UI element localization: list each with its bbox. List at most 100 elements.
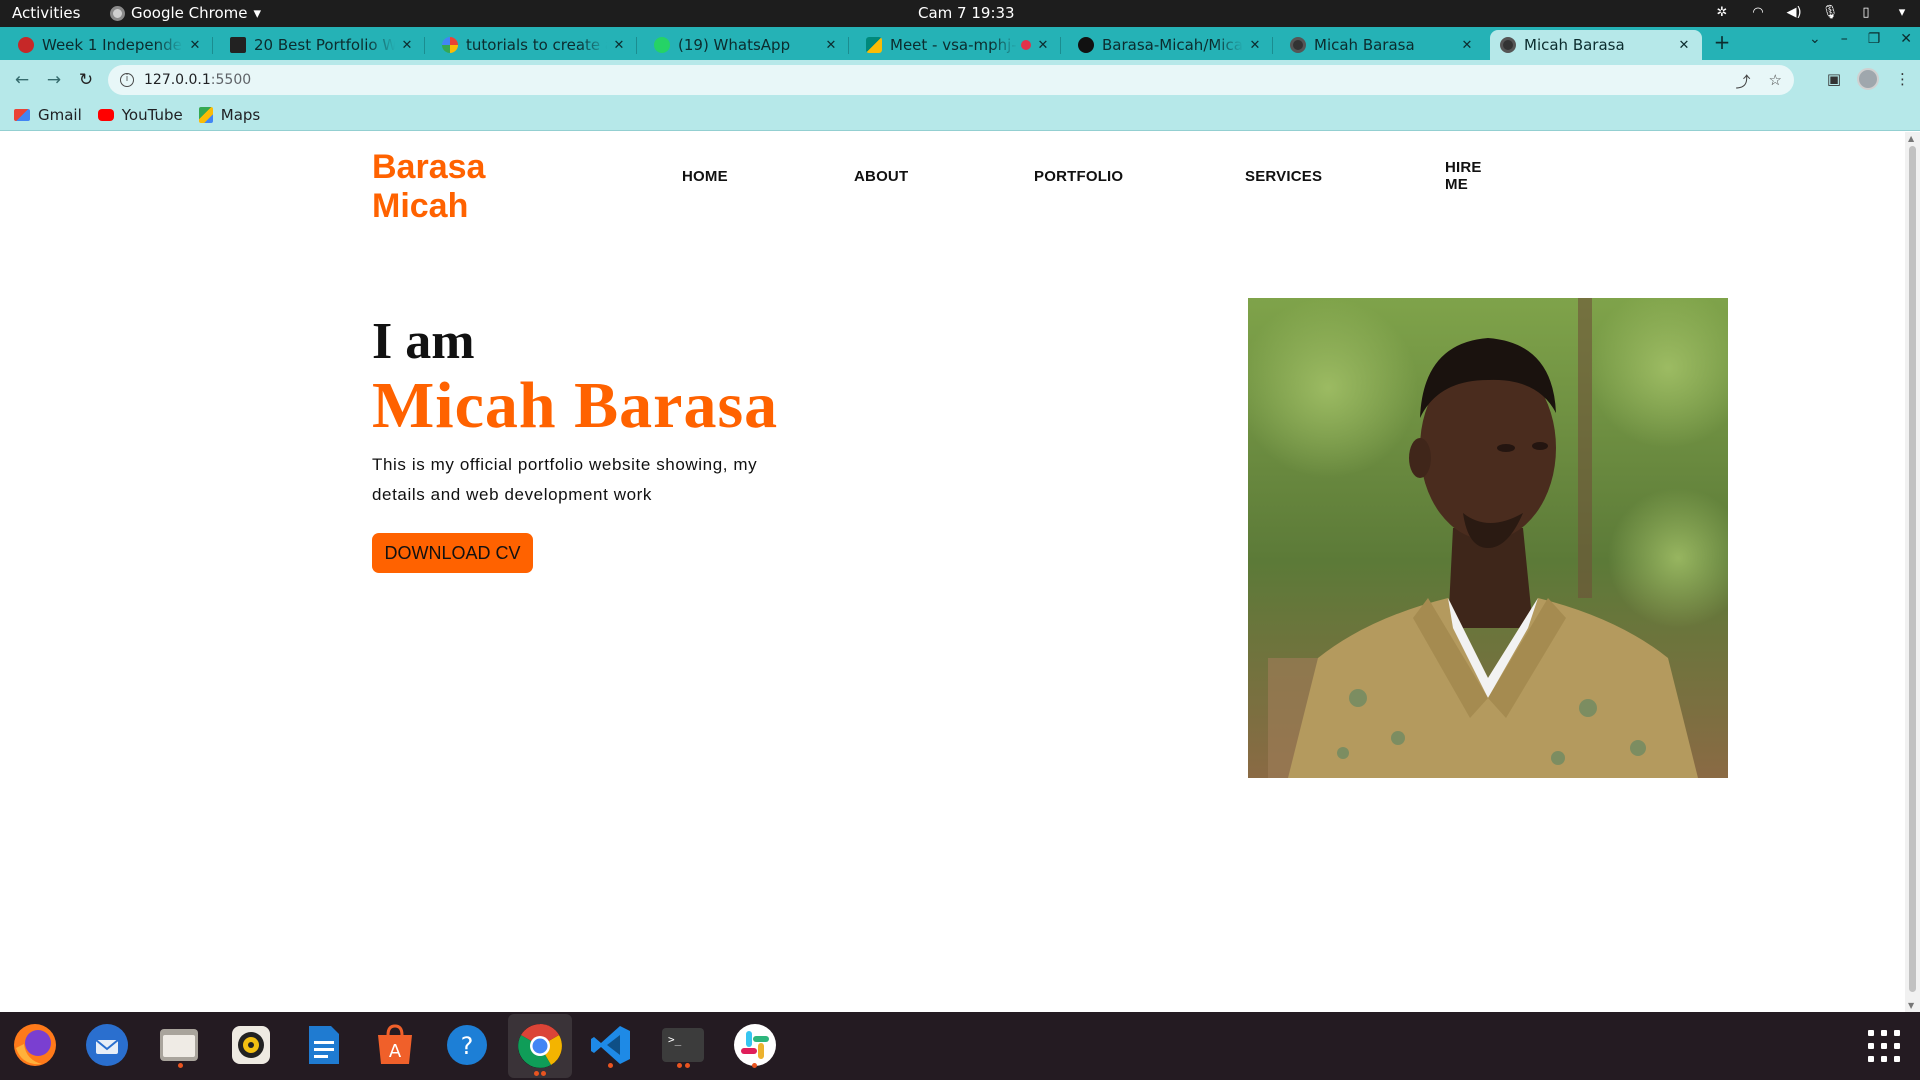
thunderbird-icon[interactable]: [82, 1020, 132, 1070]
tab-title: Week 1 Independent: [42, 36, 183, 54]
power-menu-icon[interactable]: ▾: [1894, 3, 1910, 21]
software-icon[interactable]: A: [370, 1020, 420, 1070]
app-menu[interactable]: Google Chrome ▾: [110, 4, 261, 22]
nav-services-link[interactable]: SERVICES: [1245, 168, 1322, 185]
url-host: 127.0.0.1: [144, 72, 211, 88]
help-icon[interactable]: ?: [442, 1020, 492, 1070]
tab-title: Micah Barasa: [1314, 36, 1415, 54]
nav-hire-me-link[interactable]: HIRE ME: [1445, 159, 1485, 193]
clock[interactable]: Cam 7 19:33: [918, 4, 1015, 22]
bookmark-gmail[interactable]: Gmail: [14, 106, 82, 124]
new-tab-button[interactable]: +: [1710, 30, 1734, 54]
slack-icon[interactable]: [730, 1020, 780, 1070]
running-indicator: [178, 1063, 183, 1068]
tab-title: Barasa-Micah/Micah: [1102, 36, 1243, 54]
share-icon[interactable]: ⤴: [1736, 71, 1751, 92]
tab[interactable]: Meet - vsa-mphj-u ✕: [856, 30, 1061, 60]
page-viewport: Barasa Micah HOME ABOUT PORTFOLIO SERVIC…: [0, 132, 1905, 1012]
terminal-icon[interactable]: >_: [658, 1020, 708, 1070]
close-icon[interactable]: ✕: [1676, 38, 1692, 53]
tab-title: (19) WhatsApp: [678, 36, 791, 54]
reload-icon[interactable]: ↻: [74, 68, 98, 92]
running-indicator: [685, 1063, 690, 1068]
svg-text:?: ?: [461, 1032, 474, 1060]
site-info-icon[interactable]: i: [120, 73, 134, 87]
tab[interactable]: (19) WhatsApp ✕: [644, 30, 849, 60]
close-icon[interactable]: ✕: [611, 38, 627, 53]
close-window-icon[interactable]: ✕: [1900, 31, 1912, 47]
svg-text:A: A: [389, 1041, 402, 1062]
tab[interactable]: Week 1 Independent ✕: [8, 30, 213, 60]
hero-description: This is my official portfolio website sh…: [372, 455, 758, 504]
bookmark-label: YouTube: [121, 106, 183, 124]
tab[interactable]: tutorials to create a p ✕: [432, 30, 637, 60]
site-logo[interactable]: Barasa Micah: [372, 148, 522, 226]
battery-icon[interactable]: ▯: [1858, 3, 1874, 21]
page-scrollbar[interactable]: ▲ ▼: [1905, 132, 1920, 1012]
hero-name: Micah Barasa: [372, 369, 779, 442]
close-icon[interactable]: ✕: [1247, 38, 1263, 53]
url-port: :5500: [210, 72, 252, 88]
nav-portfolio-link[interactable]: PORTFOLIO: [1034, 168, 1123, 185]
close-icon[interactable]: ✕: [823, 38, 839, 53]
nav-home-link[interactable]: HOME: [682, 168, 728, 185]
tab[interactable]: Barasa-Micah/Micah ✕: [1068, 30, 1273, 60]
tab-search-icon[interactable]: ⌄: [1809, 31, 1821, 47]
profile-avatar[interactable]: [1857, 68, 1879, 90]
scroll-thumb[interactable]: [1909, 146, 1916, 992]
app-menu-label: Google Chrome: [131, 4, 248, 22]
address-bar[interactable]: i 127.0.0.1:5500 ⤴ ☆: [108, 65, 1794, 95]
close-icon[interactable]: ✕: [399, 38, 415, 53]
show-apps-icon[interactable]: [1868, 1030, 1900, 1062]
tab-active[interactable]: Micah Barasa ✕: [1490, 30, 1702, 60]
bookmark-label: Maps: [220, 106, 261, 124]
tab[interactable]: Micah Barasa ✕: [1280, 30, 1485, 60]
youtube-icon: [97, 109, 114, 121]
tab[interactable]: 20 Best Portfolio Web ✕: [220, 30, 425, 60]
tab-strip: Week 1 Independent ✕ 20 Best Portfolio W…: [0, 27, 1920, 60]
dock: A ? >_: [0, 1012, 1920, 1080]
tab-title: Micah Barasa: [1524, 36, 1625, 54]
restore-icon[interactable]: ❐: [1868, 31, 1881, 47]
chrome-icon[interactable]: [508, 1014, 572, 1078]
volume-icon[interactable]: ◀): [1786, 3, 1802, 21]
running-indicator: [677, 1063, 682, 1068]
scroll-up-icon[interactable]: ▲: [1908, 134, 1914, 143]
hero-intro: I am: [372, 313, 475, 370]
window-controls: ⌄ – ❐ ✕: [1809, 31, 1912, 47]
minimize-icon[interactable]: –: [1841, 31, 1848, 47]
more-menu-icon[interactable]: ⋮: [1895, 70, 1910, 88]
tab-favicon-icon: [442, 37, 458, 53]
tab-favicon-icon: [1290, 37, 1306, 53]
download-cv-button[interactable]: DOWNLOAD CV: [372, 533, 533, 573]
files-icon[interactable]: [154, 1020, 204, 1070]
bookmark-maps[interactable]: Maps: [198, 106, 261, 124]
running-indicator: [534, 1071, 539, 1076]
forward-icon[interactable]: →: [42, 68, 66, 92]
close-icon[interactable]: ✕: [1035, 38, 1051, 53]
system-tray[interactable]: ✲ ◠ ◀) 🎙 ▯ ▾: [1714, 3, 1910, 21]
microphone-icon[interactable]: 🎙: [1822, 3, 1839, 21]
close-icon[interactable]: ✕: [187, 38, 203, 53]
firefox-icon[interactable]: [10, 1020, 60, 1070]
settings-tray-icon[interactable]: ✲: [1714, 3, 1730, 21]
activities-button[interactable]: Activities: [12, 4, 80, 22]
nav-about-link[interactable]: ABOUT: [854, 168, 908, 185]
tab-favicon-icon: [1500, 37, 1516, 53]
running-indicator: [752, 1063, 757, 1068]
rhythmbox-icon[interactable]: [226, 1020, 276, 1070]
back-icon[interactable]: ←: [10, 68, 34, 92]
tab-favicon-icon: [654, 37, 670, 53]
gmail-icon: [14, 109, 30, 121]
running-indicator: [608, 1063, 613, 1068]
scroll-down-icon[interactable]: ▼: [1908, 1001, 1914, 1010]
side-panel-icon[interactable]: ▣: [1827, 70, 1841, 88]
profile-photo: [1248, 298, 1728, 778]
browser-toolbar: ← → ↻ i 127.0.0.1:5500 ⤴ ☆ ▣ ⋮: [0, 60, 1920, 100]
wifi-icon[interactable]: ◠: [1750, 3, 1766, 21]
bookmark-youtube[interactable]: YouTube: [97, 106, 183, 124]
writer-icon[interactable]: [298, 1020, 348, 1070]
vscode-icon[interactable]: [586, 1020, 636, 1070]
bookmark-star-icon[interactable]: ☆: [1769, 71, 1782, 92]
close-icon[interactable]: ✕: [1459, 38, 1475, 53]
